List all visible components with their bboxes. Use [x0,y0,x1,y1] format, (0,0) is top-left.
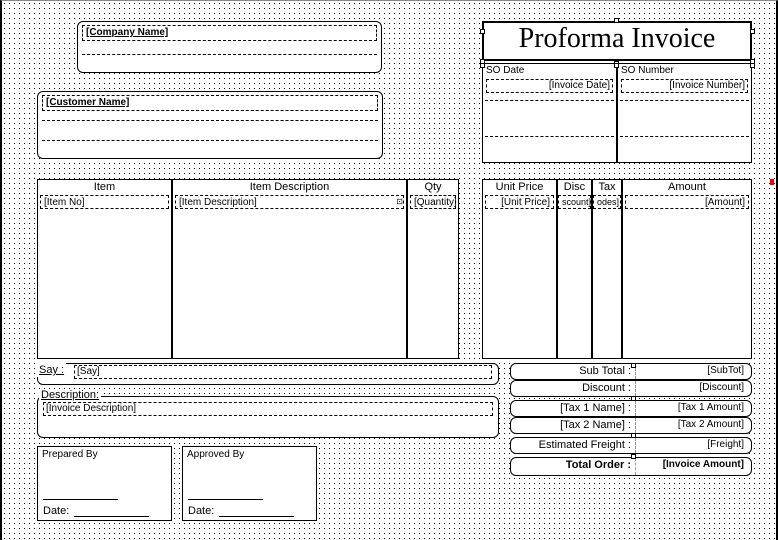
discount-row[interactable]: Discount : [Discount] [510,380,752,397]
selection-handle[interactable] [614,18,619,23]
total-order-field[interactable]: [Invoice Amount] [636,458,748,475]
column-unit-price-field[interactable]: [Unit Price] [485,195,554,209]
column-item[interactable]: Item [Item No] [37,179,172,359]
discount-field[interactable]: [Discount] [636,381,748,396]
divider [620,136,749,137]
prepared-by-box[interactable]: Prepared By Date: [37,446,172,521]
signature-line [43,499,118,500]
column-qty[interactable]: Qty [Quantity] [407,179,459,359]
total-order-label: Total Order : [511,458,635,475]
ruler-marker-icon [770,179,774,185]
company-name-field[interactable]: [Company Name] [82,25,377,41]
invoice-title-box[interactable]: Proforma Invoice [482,21,752,61]
column-discount-header: Disc [558,180,591,194]
column-amount[interactable]: Amount [Amount] [622,179,752,359]
divider [42,120,378,121]
subtotal-field[interactable]: [SubTot] [636,364,748,379]
divider [485,100,614,101]
approved-date-label: Date: [188,505,214,517]
column-description-field[interactable]: [Item Description] [175,195,404,209]
column-description-header: Item Description [173,180,406,194]
prepared-date-label: Date: [43,505,69,517]
column-item-header: Item [38,180,171,194]
so-number-label: SO Number [618,64,751,77]
column-description[interactable]: Item Description [Item Description] ⊡ [172,179,407,359]
selection-handle[interactable] [631,396,636,401]
column-amount-header: Amount [623,180,751,194]
column-qty-header: Qty [408,180,458,194]
divider [620,100,749,101]
selection-handle[interactable] [631,363,636,368]
selection-handle[interactable] [614,63,619,68]
tax2-label: [Tax 2 Name] : [511,418,635,433]
column-item-field[interactable]: [Item No] [40,195,169,209]
date-line [219,516,294,517]
column-tax-header: Tax [593,180,621,194]
total-order-row[interactable]: Total Order : [Invoice Amount] [510,457,752,476]
so-number-field[interactable]: [Invoice Number] [621,79,748,93]
so-date-field[interactable]: [Invoice Date] [486,79,613,93]
date-line [74,516,149,517]
tax1-field[interactable]: [Tax 1 Amount] [636,401,748,416]
tax1-label: [Tax 1 Name] : [511,401,635,416]
selection-handle[interactable] [631,454,636,459]
invoice-title: Proforma Invoice [484,23,750,55]
selection-handle[interactable] [480,29,485,34]
freight-field[interactable]: [Freight] [636,438,748,453]
company-name-box[interactable]: [Company Name] [77,21,382,73]
prepared-by-label: Prepared By [38,447,171,462]
tax2-field[interactable]: [Tax 2 Amount] [636,418,748,433]
column-unit-price[interactable]: Unit Price [Unit Price] [482,179,557,359]
freight-label: Estimated Freight : [511,438,635,453]
description-label: Description: [39,389,101,401]
approved-by-box[interactable]: Approved By Date: [182,446,317,521]
approved-by-label: Approved By [183,447,316,462]
freight-row[interactable]: Estimated Freight : [Freight] [510,437,752,454]
column-tax-field[interactable]: odes] [593,195,621,209]
tax2-row[interactable]: [Tax 2 Name] : [Tax 2 Amount] [510,417,752,434]
description-box[interactable]: [Invoice Description] [37,396,499,438]
divider [485,136,614,137]
column-tax[interactable]: Tax odes] [592,179,622,359]
description-field[interactable]: [Invoice Description] [43,402,493,416]
column-amount-field[interactable]: [Amount] [625,195,749,209]
customer-name-field[interactable]: [Customer Name] [42,95,378,111]
so-date-label: SO Date [483,64,616,77]
selection-handle[interactable] [480,63,485,68]
discount-label: Discount : [511,381,635,396]
divider [42,140,378,141]
column-discount[interactable]: Disc scount] [557,179,592,359]
so-number-box[interactable]: SO Number [Invoice Number] [617,63,752,163]
so-date-box[interactable]: SO Date [Invoice Date] [482,63,617,163]
selection-handle[interactable] [750,29,755,34]
column-qty-field[interactable]: [Quantity] [410,195,456,209]
column-discount-field[interactable]: scount] [558,195,591,209]
field-marker-icon: ⊡ [396,197,403,206]
customer-name-box[interactable]: [Customer Name] [37,91,383,159]
column-unit-price-header: Unit Price [483,180,556,194]
tax1-row[interactable]: [Tax 1 Name] : [Tax 1 Amount] [510,400,752,417]
report-designer-canvas[interactable]: [Company Name] [Customer Name] Proforma … [0,0,778,540]
signature-line [188,499,263,500]
subtotal-label: Sub Total : [511,364,635,379]
say-field[interactable]: [Say] [74,365,492,379]
say-label: Say : [37,363,66,377]
selection-handle[interactable] [631,433,636,438]
divider [82,54,377,55]
selection-handle[interactable] [750,63,755,68]
